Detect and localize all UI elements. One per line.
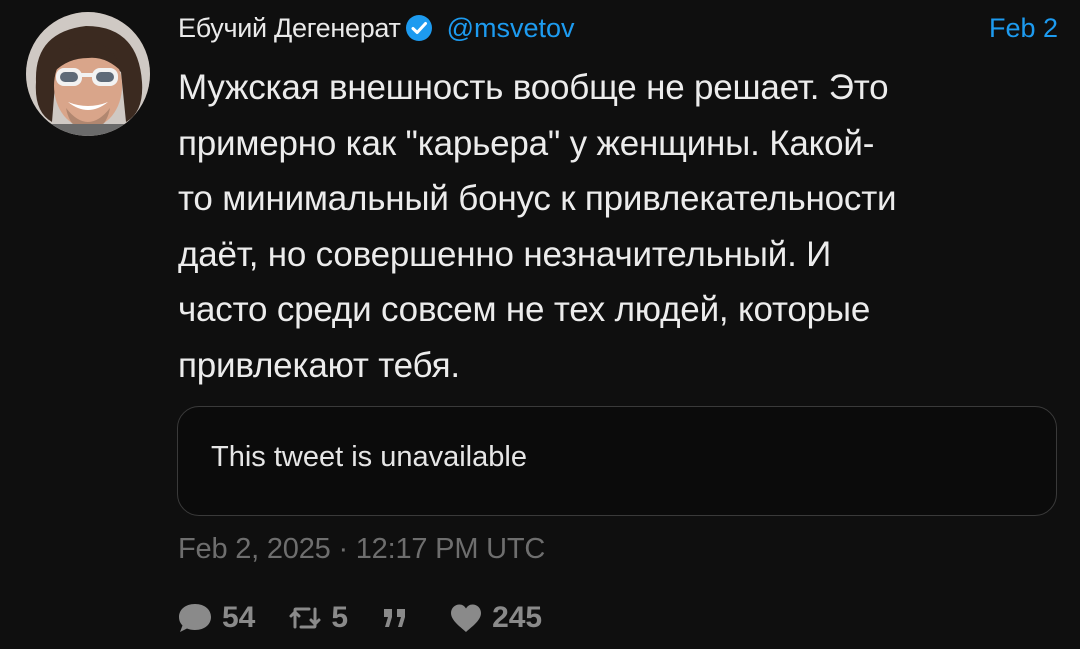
reply-count: 54 xyxy=(222,601,256,634)
tweet-actions: 54 5 245 xyxy=(176,598,574,638)
retweet-button[interactable]: 5 xyxy=(287,601,348,635)
quote-icon xyxy=(384,609,406,627)
tweet-date-link[interactable]: Feb 2 xyxy=(989,13,1058,44)
verified-badge-icon xyxy=(405,14,433,42)
quoted-tweet-card[interactable]: This tweet is unavailable xyxy=(177,406,1057,516)
tweet: Ебучий Дегенерат @msvetov Feb 2 Мужская … xyxy=(0,0,1080,649)
user-handle[interactable]: @msvetov xyxy=(447,13,575,44)
quoted-tweet-unavailable-message: This tweet is unavailable xyxy=(211,441,527,473)
tweet-text: Мужская внешность вообще не решает. Это … xyxy=(178,68,897,385)
comment-icon xyxy=(179,604,211,632)
avatar[interactable] xyxy=(26,12,150,136)
heart-icon xyxy=(451,604,482,632)
avatar-image xyxy=(26,12,150,136)
retweet-icon xyxy=(289,607,321,629)
like-button[interactable]: 245 xyxy=(448,601,542,635)
reply-button[interactable]: 54 xyxy=(176,601,255,635)
retweet-count: 5 xyxy=(331,601,349,634)
tweet-timestamp[interactable]: Feb 2, 2025 · 12:17 PM UTC xyxy=(178,533,545,566)
like-count: 245 xyxy=(492,601,543,634)
tweet-header: Ебучий Дегенерат @msvetov Feb 2 xyxy=(178,8,1058,48)
quote-button[interactable] xyxy=(380,605,418,631)
display-name[interactable]: Ебучий Дегенерат xyxy=(178,13,401,44)
